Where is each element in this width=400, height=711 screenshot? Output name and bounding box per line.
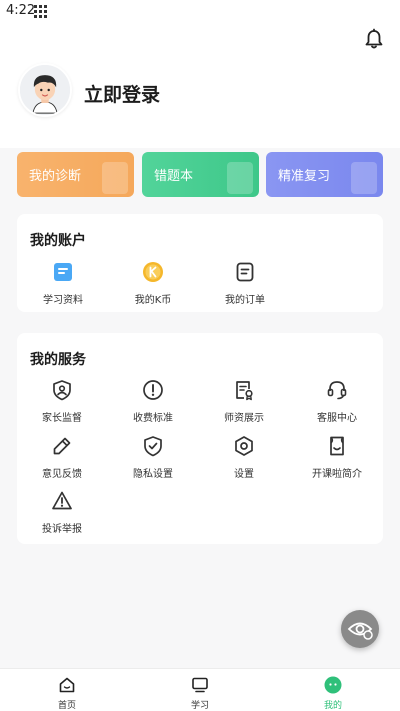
customer-service-icon (327, 381, 347, 400)
service-item-customer-service[interactable]: 客服中心 (297, 379, 377, 429)
teacher-showcase-icon (236, 381, 253, 401)
status-bar: 4:22 (0, 0, 400, 24)
service-item-fee-standard[interactable]: 收费标准 (113, 379, 193, 429)
status-time: 4:22 (6, 3, 36, 18)
service-item-teacher-showcase[interactable]: 师资展示 (204, 379, 284, 429)
feedback-icon (53, 437, 71, 455)
bell-icon[interactable] (363, 28, 385, 50)
account-item-k-coin[interactable]: 我的K币 (113, 261, 193, 311)
eye-protection-button[interactable] (341, 610, 379, 648)
parent-supervision-icon (53, 380, 71, 401)
service-item-label: 意见反馈 (42, 469, 82, 480)
service-item-label: 投诉举报 (42, 524, 82, 535)
order-icon (236, 262, 254, 282)
account-item-orders[interactable]: 我的订单 (205, 261, 285, 311)
account-item-label: 学习资料 (43, 295, 83, 306)
diagnosis-card[interactable]: 我的诊断 (17, 152, 134, 197)
study-material-icon (54, 263, 72, 281)
service-item-label: 客服中心 (317, 413, 357, 424)
account-title: 我的账户 (30, 233, 86, 249)
service-item-privacy[interactable]: 隐私设置 (113, 435, 193, 485)
service-item-label: 家长监督 (42, 413, 82, 424)
tab-study[interactable]: 学习 (170, 673, 230, 711)
tab-home[interactable]: 首页 (37, 673, 97, 711)
precise-review-card-label: 精准复习 (278, 169, 331, 184)
services-title: 我的服务 (30, 352, 86, 368)
account-panel: 我的账户 学习资料 我的K币 我的订单 (17, 214, 383, 312)
service-item-label: 开课啦简介 (312, 469, 362, 480)
precise-review-decoration-icon (351, 162, 377, 194)
service-item-label: 隐私设置 (133, 469, 173, 480)
service-item-report[interactable]: 投诉举报 (22, 490, 102, 540)
app-grid-icon (34, 5, 47, 18)
mistake-book-card-label: 错题本 (154, 169, 194, 184)
login-link[interactable]: 立即登录 (84, 80, 160, 107)
avatar-illustration-icon (20, 65, 70, 115)
privacy-icon (144, 436, 162, 457)
intro-icon (330, 436, 344, 456)
service-item-feedback[interactable]: 意见反馈 (22, 435, 102, 485)
diagnosis-card-label: 我的诊断 (29, 169, 82, 184)
service-item-label: 设置 (234, 469, 254, 480)
mistake-book-card[interactable]: 错题本 (142, 152, 259, 197)
service-item-label: 师资展示 (224, 413, 264, 424)
account-item-label: 我的K币 (134, 295, 172, 306)
study-icon (192, 677, 208, 693)
service-item-intro[interactable]: 开课啦简介 (297, 435, 377, 485)
diagnosis-decoration-icon (102, 162, 128, 194)
tab-profile[interactable]: 我的 (303, 673, 363, 711)
bottom-tab-bar: 首页 学习 我的 (0, 668, 400, 711)
home-icon (59, 677, 75, 693)
precise-review-card[interactable]: 精准复习 (266, 152, 383, 197)
mistake-book-decoration-icon (227, 162, 253, 194)
fee-standard-icon (143, 380, 163, 400)
tab-label: 学习 (190, 701, 209, 711)
settings-icon (235, 436, 253, 456)
k-coin-icon (143, 262, 163, 282)
tab-label: 我的 (323, 701, 342, 711)
report-icon (52, 491, 72, 510)
account-item-label: 我的订单 (225, 295, 265, 306)
account-item-study-material[interactable]: 学习资料 (23, 261, 103, 311)
service-item-label: 收费标准 (133, 413, 173, 424)
services-panel: 我的服务 家长监督 收费标准 师资展示 客服中心 意见反馈 隐私设置 设置 开课… (17, 333, 383, 544)
tab-label: 首页 (57, 701, 76, 711)
service-item-parent-supervision[interactable]: 家长监督 (22, 379, 102, 429)
eye-protection-icon (347, 622, 373, 640)
avatar[interactable] (18, 63, 72, 117)
profile-icon (324, 676, 342, 694)
service-item-settings[interactable]: 设置 (204, 435, 284, 485)
